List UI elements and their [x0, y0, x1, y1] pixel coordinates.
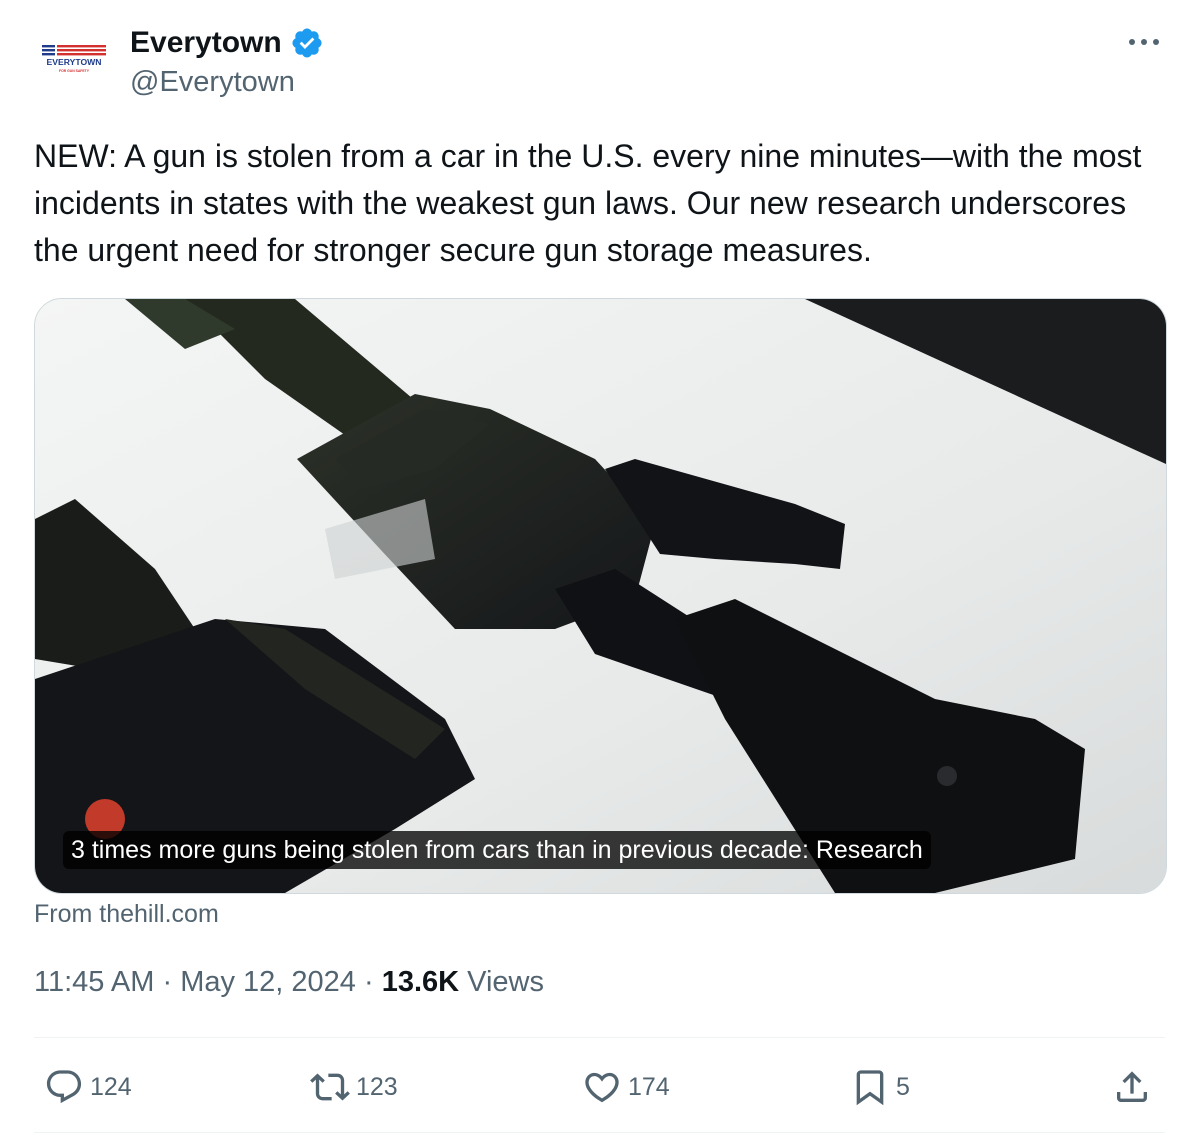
views-count: 13.6K [381, 966, 460, 998]
verified-badge-icon[interactable] [290, 26, 324, 60]
article-photo [35, 299, 1166, 893]
svg-text:EVERYTOWN: EVERYTOWN [47, 57, 102, 67]
heart-icon [585, 1072, 619, 1103]
divider-top [34, 1037, 1165, 1038]
avatar[interactable]: EVERYTOWN FOR GUN SAFETY [34, 28, 114, 108]
repost-button[interactable]: 123 [310, 1062, 398, 1112]
divider-bottom [34, 1132, 1165, 1133]
reply-count: 124 [90, 1072, 132, 1101]
share-icon [1117, 1071, 1147, 1102]
reply-icon [46, 1070, 82, 1104]
author-name[interactable]: Everytown [130, 26, 282, 60]
bookmark-icon [856, 1070, 884, 1106]
link-card[interactable]: 3 times more guns being stolen from cars… [34, 298, 1167, 894]
like-button[interactable]: 174 [582, 1062, 670, 1112]
author-name-row: Everytown [130, 26, 324, 60]
reply-button[interactable]: 124 [44, 1062, 132, 1112]
tweet-meta: 11:45 AM · May 12, 2024 · 13.6K Views [34, 966, 544, 999]
more-horizontal-icon [1129, 39, 1159, 45]
card-source[interactable]: From thehill.com [34, 900, 219, 929]
everytown-logo: EVERYTOWN FOR GUN SAFETY [42, 45, 106, 73]
meta-separator: · [363, 966, 374, 998]
more-options-button[interactable] [1122, 22, 1166, 62]
svg-text:FOR GUN SAFETY: FOR GUN SAFETY [59, 69, 90, 73]
bookmark-count: 5 [896, 1072, 910, 1101]
card-caption: 3 times more guns being stolen from cars… [63, 831, 931, 869]
bookmark-button[interactable]: 5 [850, 1062, 910, 1112]
tweet-text: NEW: A gun is stolen from a car in the U… [34, 138, 1142, 268]
tweet-time[interactable]: 11:45 AM [34, 966, 154, 998]
author-handle[interactable]: @Everytown [130, 66, 295, 99]
repost-icon [310, 1073, 350, 1101]
views-label: Views [467, 966, 545, 998]
like-count: 174 [628, 1072, 670, 1101]
repost-count: 123 [356, 1072, 398, 1101]
meta-separator: · [162, 966, 173, 998]
share-button[interactable] [1112, 1062, 1152, 1112]
action-bar: 124 123 174 5 [44, 1062, 1156, 1112]
tweet-date[interactable]: May 12, 2024 [180, 966, 356, 998]
